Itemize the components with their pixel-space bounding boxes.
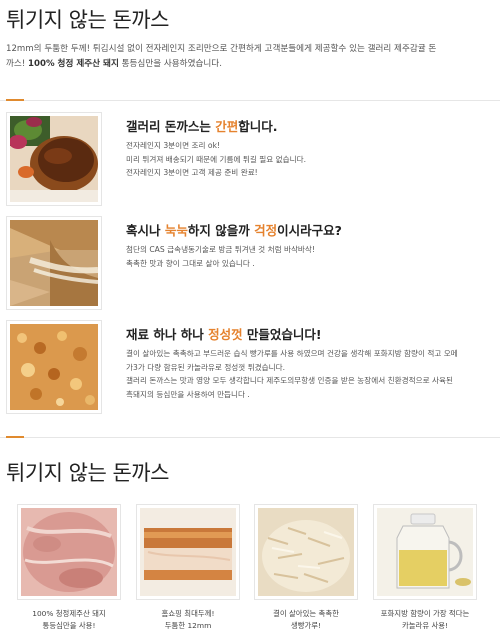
- feature-title-highlight-2: 걱정: [254, 223, 278, 238]
- product-caption: 홈쇼핑 최대두께! 두툼한 12mm: [136, 608, 240, 632]
- product-image: [254, 504, 358, 600]
- product-caption-line2: 두툼한 12mm: [164, 621, 212, 630]
- product-card-pork: 100% 청정제주산 돼지 통등심만을 사용!: [17, 504, 121, 632]
- divider-accent: [6, 99, 24, 101]
- feature-line: 미리 튀겨져 배송되기 때문에 기름에 튀길 필요 없습니다.: [126, 154, 306, 164]
- feature-title: 혹시나 눅눅하지 않을까 걱정이시라구요?: [126, 220, 342, 239]
- product-caption-line1: 결이 살아있는 촉촉한: [273, 609, 339, 618]
- feature-description: 결이 살아있는 촉촉하고 부드러운 습식 빵가루를 사용 하였으며 건강을 생각…: [126, 347, 496, 401]
- thick-cutlet-slice-image: [140, 508, 236, 596]
- wet-breadcrumbs-image: [258, 508, 354, 596]
- divider-accent: [6, 436, 24, 438]
- feature-title-pre: 갤러리 돈까스는: [126, 119, 216, 134]
- feature-line: 갤러리 돈까스는 맛과 영양 모두 생각합니다 제주도의무항생 인증을 받은 농…: [126, 376, 453, 385]
- product-caption-line2: 생빵가루!: [290, 621, 322, 630]
- feature-line: 흑돼지의 등심만을 사용하여 만듭니다 .: [126, 389, 250, 399]
- canola-oil-jug-image: [377, 508, 473, 596]
- feature-title-pre: 혹시나: [126, 223, 165, 238]
- feature-description: 전자레인지 3분이면 조리 ok! 미리 튀겨져 배송되기 때문에 기름에 튀길…: [126, 139, 496, 180]
- feature-image: [6, 320, 102, 414]
- feature-title-highlight: 간편: [215, 119, 239, 134]
- product-image: [136, 504, 240, 600]
- feature-ingredients: 재료 하나 하나 정성껏 만들었습니다! 결이 살아있는 촉촉하고 부드러운 습…: [6, 320, 494, 416]
- feature-image: [6, 112, 102, 206]
- feature-crispy: 혹시나 눅눅하지 않을까 걱정이시라구요? 첨단의 CAS 급속냉동기술로 방금…: [6, 216, 494, 312]
- page-title: 튀기지 않는 돈까스: [6, 8, 169, 32]
- product-image: [17, 504, 121, 600]
- feature-title: 재료 하나 하나 정성껏 만들었습니다!: [126, 324, 322, 343]
- feature-line: 결이 살아있는 촉촉하고 부드러운 습식 빵가루를 사용 하였으며 건강을 생각…: [126, 349, 458, 358]
- cutlet-with-salad-image: [10, 116, 98, 202]
- feature-description: 첨단의 CAS 급속냉동기술로 방금 튀겨낸 것 처럼 바삭바삭! 촉촉한 맛과…: [126, 243, 496, 270]
- product-caption: 100% 청정제주산 돼지 통등심만을 사용!: [17, 608, 121, 632]
- intro-line2-pre: 까스!: [6, 59, 28, 69]
- feature-line: 가3가 다량 함유된 카놀라유로 정성껏 튀겼습니다.: [126, 362, 286, 372]
- product-image: [373, 504, 477, 600]
- feature-convenient: 갤러리 돈까스는 간편합니다. 전자레인지 3분이면 조리 ok! 미리 튀겨져…: [6, 112, 494, 208]
- feature-title-highlight: 눅눅: [164, 223, 188, 238]
- cutlet-cheese-pull-image: [10, 220, 98, 306]
- product-caption-line2: 카놀라유 사용!: [401, 621, 449, 630]
- raw-pork-loin-image: [21, 508, 117, 596]
- feature-line: 첨단의 CAS 급속냉동기술로 방금 튀겨낸 것 처럼 바삭바삭!: [126, 245, 315, 254]
- product-caption-line1: 홈쇼핑 최대두께!: [161, 609, 215, 618]
- feature-title-highlight: 정성껏: [208, 327, 243, 342]
- feature-title-post: 만들었습니다!: [242, 327, 322, 342]
- product-caption-line1: 100% 청정제주산 돼지: [32, 609, 106, 618]
- intro-line1: 12mm의 두툼한 두께! 튀김시설 없이 전자레인지 조리만으로 간편하게 고…: [6, 44, 437, 54]
- product-card-thickness: 홈쇼핑 최대두께! 두툼한 12mm: [136, 504, 240, 632]
- feature-line: 전자레인지 3분이면 조리 ok!: [126, 141, 221, 150]
- product-caption: 포화지방 함량이 가장 적다는 카놀라유 사용!: [373, 608, 477, 632]
- product-card-canola-oil: 포화지방 함량이 가장 적다는 카놀라유 사용!: [373, 504, 477, 632]
- section-divider: [0, 100, 500, 101]
- feature-title: 갤러리 돈까스는 간편합니다.: [126, 116, 277, 135]
- feature-line: 전자레인지 3분이면 고객 제공 준비 완료!: [126, 168, 258, 177]
- feature-line: 촉촉한 맛과 향이 그대로 살아 있습니다 .: [126, 258, 255, 268]
- section-title: 튀기지 않는 돈까스: [6, 461, 169, 485]
- product-caption: 결이 살아있는 촉촉한 생빵가루!: [254, 608, 358, 632]
- intro-line2-bold: 100% 청정 제주산 돼지: [28, 59, 119, 69]
- feature-image: [6, 216, 102, 310]
- product-caption-line2: 통등심만을 사용!: [42, 621, 96, 630]
- cutlet-crispy-closeup-image: [10, 324, 98, 410]
- section-divider: [0, 437, 500, 438]
- feature-title-post: 이시라구요?: [277, 223, 342, 238]
- intro-text: 12mm의 두툼한 두께! 튀김시설 없이 전자레인지 조리만으로 간편하게 고…: [6, 42, 494, 72]
- feature-title-mid: 하지 않을까: [187, 223, 255, 238]
- product-card-breadcrumbs: 결이 살아있는 촉촉한 생빵가루!: [254, 504, 358, 632]
- intro-line2-post: 통등심만을 사용하였습니다.: [118, 59, 222, 69]
- product-caption-line1: 포화지방 함량이 가장 적다는: [380, 609, 470, 618]
- feature-title-pre: 재료 하나 하나: [126, 327, 209, 342]
- feature-title-post: 합니다.: [238, 119, 278, 134]
